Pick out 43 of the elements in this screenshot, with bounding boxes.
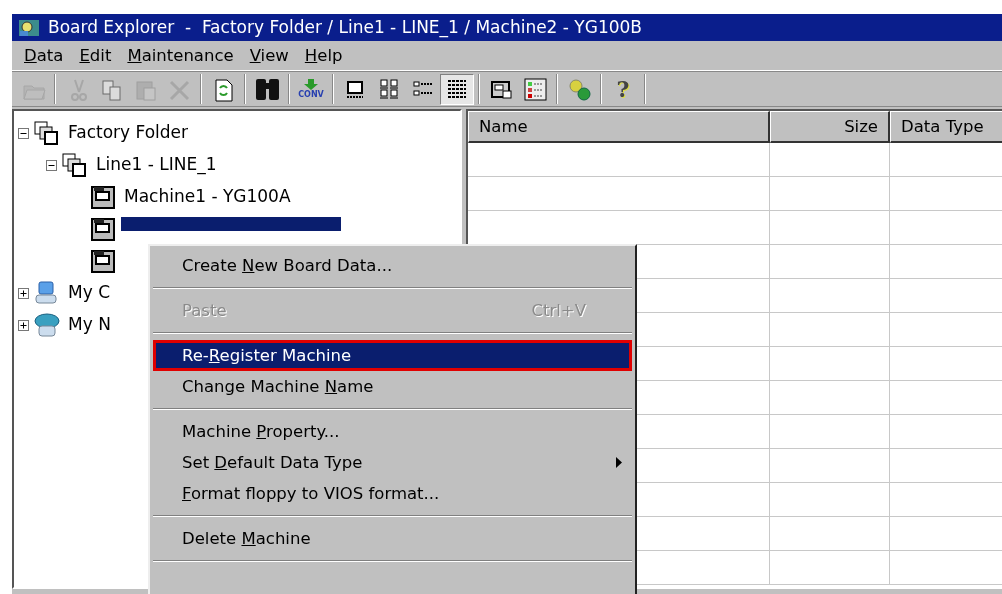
column-header[interactable]: Name [468,111,770,143]
tree-item-label[interactable]: Line1 - LINE_1 [93,152,220,178]
menu-item[interactable]: Create New Board Data... [153,250,632,281]
menu-item[interactable]: Edit [71,40,120,71]
menu-item[interactable]: Maintenance [119,40,242,71]
column-header[interactable]: Size [770,111,890,143]
collapse-icon[interactable] [18,127,29,139]
menu-item[interactable]: Set Default Data Type [153,447,632,478]
expand-icon[interactable] [18,287,29,299]
help-label: ? [616,74,630,104]
gears-icon [566,76,592,102]
toolbar-button[interactable]: ? [606,73,640,105]
conv-label: CONV [298,90,324,99]
menu-item[interactable]: Delete Machine [153,523,632,554]
network-computer-icon [33,312,61,338]
folders-icon [33,120,61,146]
collapse-icon[interactable] [46,159,57,171]
menu-item[interactable]: Data [16,40,72,71]
menu-item[interactable]: View [241,40,297,71]
column-header[interactable]: Data Type [890,111,1002,143]
submenu-arrow-icon [616,457,622,468]
toolbar-button[interactable] [440,73,474,105]
color-list-icon [522,76,548,102]
binoculars-icon [254,76,280,102]
down-arrow-icon [304,79,318,90]
tree-item-label[interactable]: Machine1 - YG100A [121,184,294,210]
tree-item-label[interactable]: My N [65,312,114,338]
menu-item[interactable]: Change Machine Name [153,371,632,402]
expand-icon[interactable] [18,319,29,331]
tree-item-label[interactable]: Factory Folder [65,120,192,146]
menu-item[interactable]: Help [296,40,351,71]
app-icon [18,17,40,38]
menu-item[interactable]: Re-Register Machine [153,340,632,371]
tree-item-label[interactable]: My C [65,280,113,306]
machine-icon [89,216,117,242]
folders-icon [61,152,89,178]
machine-icon [89,248,117,274]
menu-item[interactable]: Format floppy to VIOS format... [153,478,632,509]
shortcut-label: Ctrl+V [531,300,586,322]
menu-item[interactable]: Machine Property... [153,416,632,447]
machine-icon [89,184,117,210]
toolbar-button[interactable]: CONV [294,73,328,105]
window-title: Board Explorer - Factory Folder / Line1 - LINE_1 / Machine2 - YG100B [48,15,643,40]
